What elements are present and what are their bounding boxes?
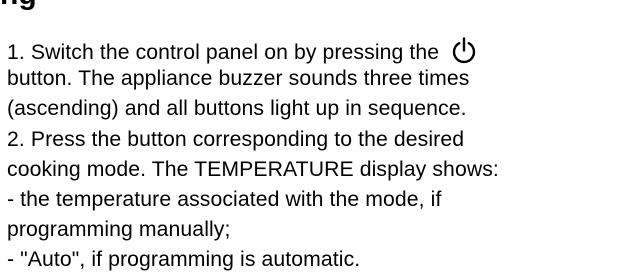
instruction-document: ng 1. Switch the control panel on by pre… <box>0 0 638 271</box>
instruction-line-6: - the temperature associated with the mo… <box>7 188 442 211</box>
instruction-line-8: - "Auto", if programming is automatic. <box>7 248 361 271</box>
instruction-line-3: (ascending) and all buttons light up in … <box>7 97 467 120</box>
section-heading-fragment: ng <box>0 0 37 10</box>
instruction-line-1: 1. Switch the control panel on by pressi… <box>7 36 479 64</box>
instruction-line-2: button. The appliance buzzer sounds thre… <box>7 67 470 90</box>
instruction-text-1: 1. Switch the control panel on by pressi… <box>7 41 440 64</box>
power-icon <box>452 37 476 64</box>
instruction-line-4: 2. Press the button corresponding to the… <box>7 128 465 151</box>
instruction-line-7: programming manually; <box>7 218 231 241</box>
instruction-line-5: cooking mode. The TEMPERATURE display sh… <box>7 158 499 181</box>
